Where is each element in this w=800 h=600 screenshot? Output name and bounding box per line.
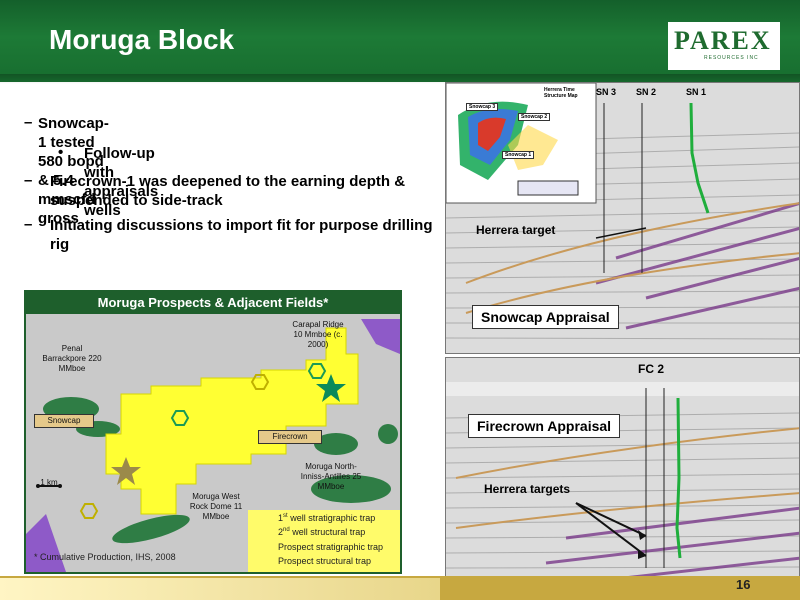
bullet-marker: – [24, 114, 33, 131]
footer-highlight [0, 578, 440, 600]
legend-item: Prospect structural trap [278, 556, 372, 566]
legend-item: Prospect stratigraphic trap [278, 542, 384, 552]
purple-field [26, 514, 66, 572]
purple-field [361, 319, 400, 354]
firecrown-tag: Firecrown [258, 430, 322, 444]
penal-barrackpore-label: Penal Barrackpore 220 MMboe [42, 344, 102, 373]
moruga-west-label: Moruga West Rock Dome 11 MMboe [189, 492, 243, 521]
green-field [378, 424, 398, 444]
well-label-fc2: FC 2 [638, 362, 665, 376]
bullet-text: Firecrown-1 was deepened to the earning … [50, 173, 406, 209]
well-label-sn2: SN 2 [636, 87, 657, 97]
snowcap-appraisal-label: Snowcap Appraisal [472, 305, 619, 329]
logo-subtext: RESOURCES INC [704, 55, 759, 61]
firecrown-appraisal-label: Firecrown Appraisal [468, 414, 621, 438]
herrera-target-label: Herrera target [476, 223, 556, 237]
map-legend: 1st well stratigraphic trap 2nd well str… [248, 510, 400, 572]
inset-label: Snowcap 3 [466, 103, 499, 111]
bullet-marker: • [58, 144, 64, 161]
slide-title: Moruga Block [49, 24, 235, 55]
map-title: Moruga Prospects & Adjacent Fields* [26, 292, 400, 314]
green-field [112, 514, 190, 544]
inset-label: Snowcap 1 [502, 151, 535, 159]
page-number: 16 [736, 577, 751, 592]
moruga-prospects-map: Moruga Prospects & Adjacent Fields* Pena… [24, 290, 402, 574]
inset-label: Snowcap 2 [518, 113, 551, 121]
logo-text: PAREX [674, 26, 772, 55]
parex-logo: PAREX RESOURCES INC [668, 22, 780, 70]
well-label-sn1: SN 1 [686, 87, 707, 97]
bullet-marker: – [24, 172, 33, 189]
legend-item: 2nd well structural trap [278, 527, 366, 537]
bullet-marker: – [24, 216, 33, 233]
bullet-text: Initiating discussions to import fit for… [50, 217, 433, 253]
well-label-sn3: SN 3 [596, 87, 617, 97]
moruga-north-label: Moruga North-Inniss-Antilles 25 MMboe [300, 462, 362, 491]
prospect-hexagon [79, 503, 99, 519]
firecrown-seismic-panel: FC 2 Firecrown Appraisal Herrera targets [445, 357, 800, 600]
scale-label: 1 km [40, 478, 58, 487]
legend-item: 1st well stratigraphic trap [278, 513, 376, 523]
snowcap-tag: Snowcap [34, 414, 94, 428]
carapal-ridge-label: Carapal Ridge 10 Mmboe (c. 2000) [292, 320, 344, 349]
inset-title: Herrera Time Structure Map [544, 87, 578, 99]
herrera-targets-label: Herrera targets [484, 482, 571, 496]
snowcap-seismic-panel: Herrera Time Structure Map Snowcap 3 Sno… [445, 82, 800, 354]
map-footnote: * Cumulative Production, IHS, 2008 [34, 552, 176, 562]
firecrown-seismic-image [446, 358, 799, 599]
